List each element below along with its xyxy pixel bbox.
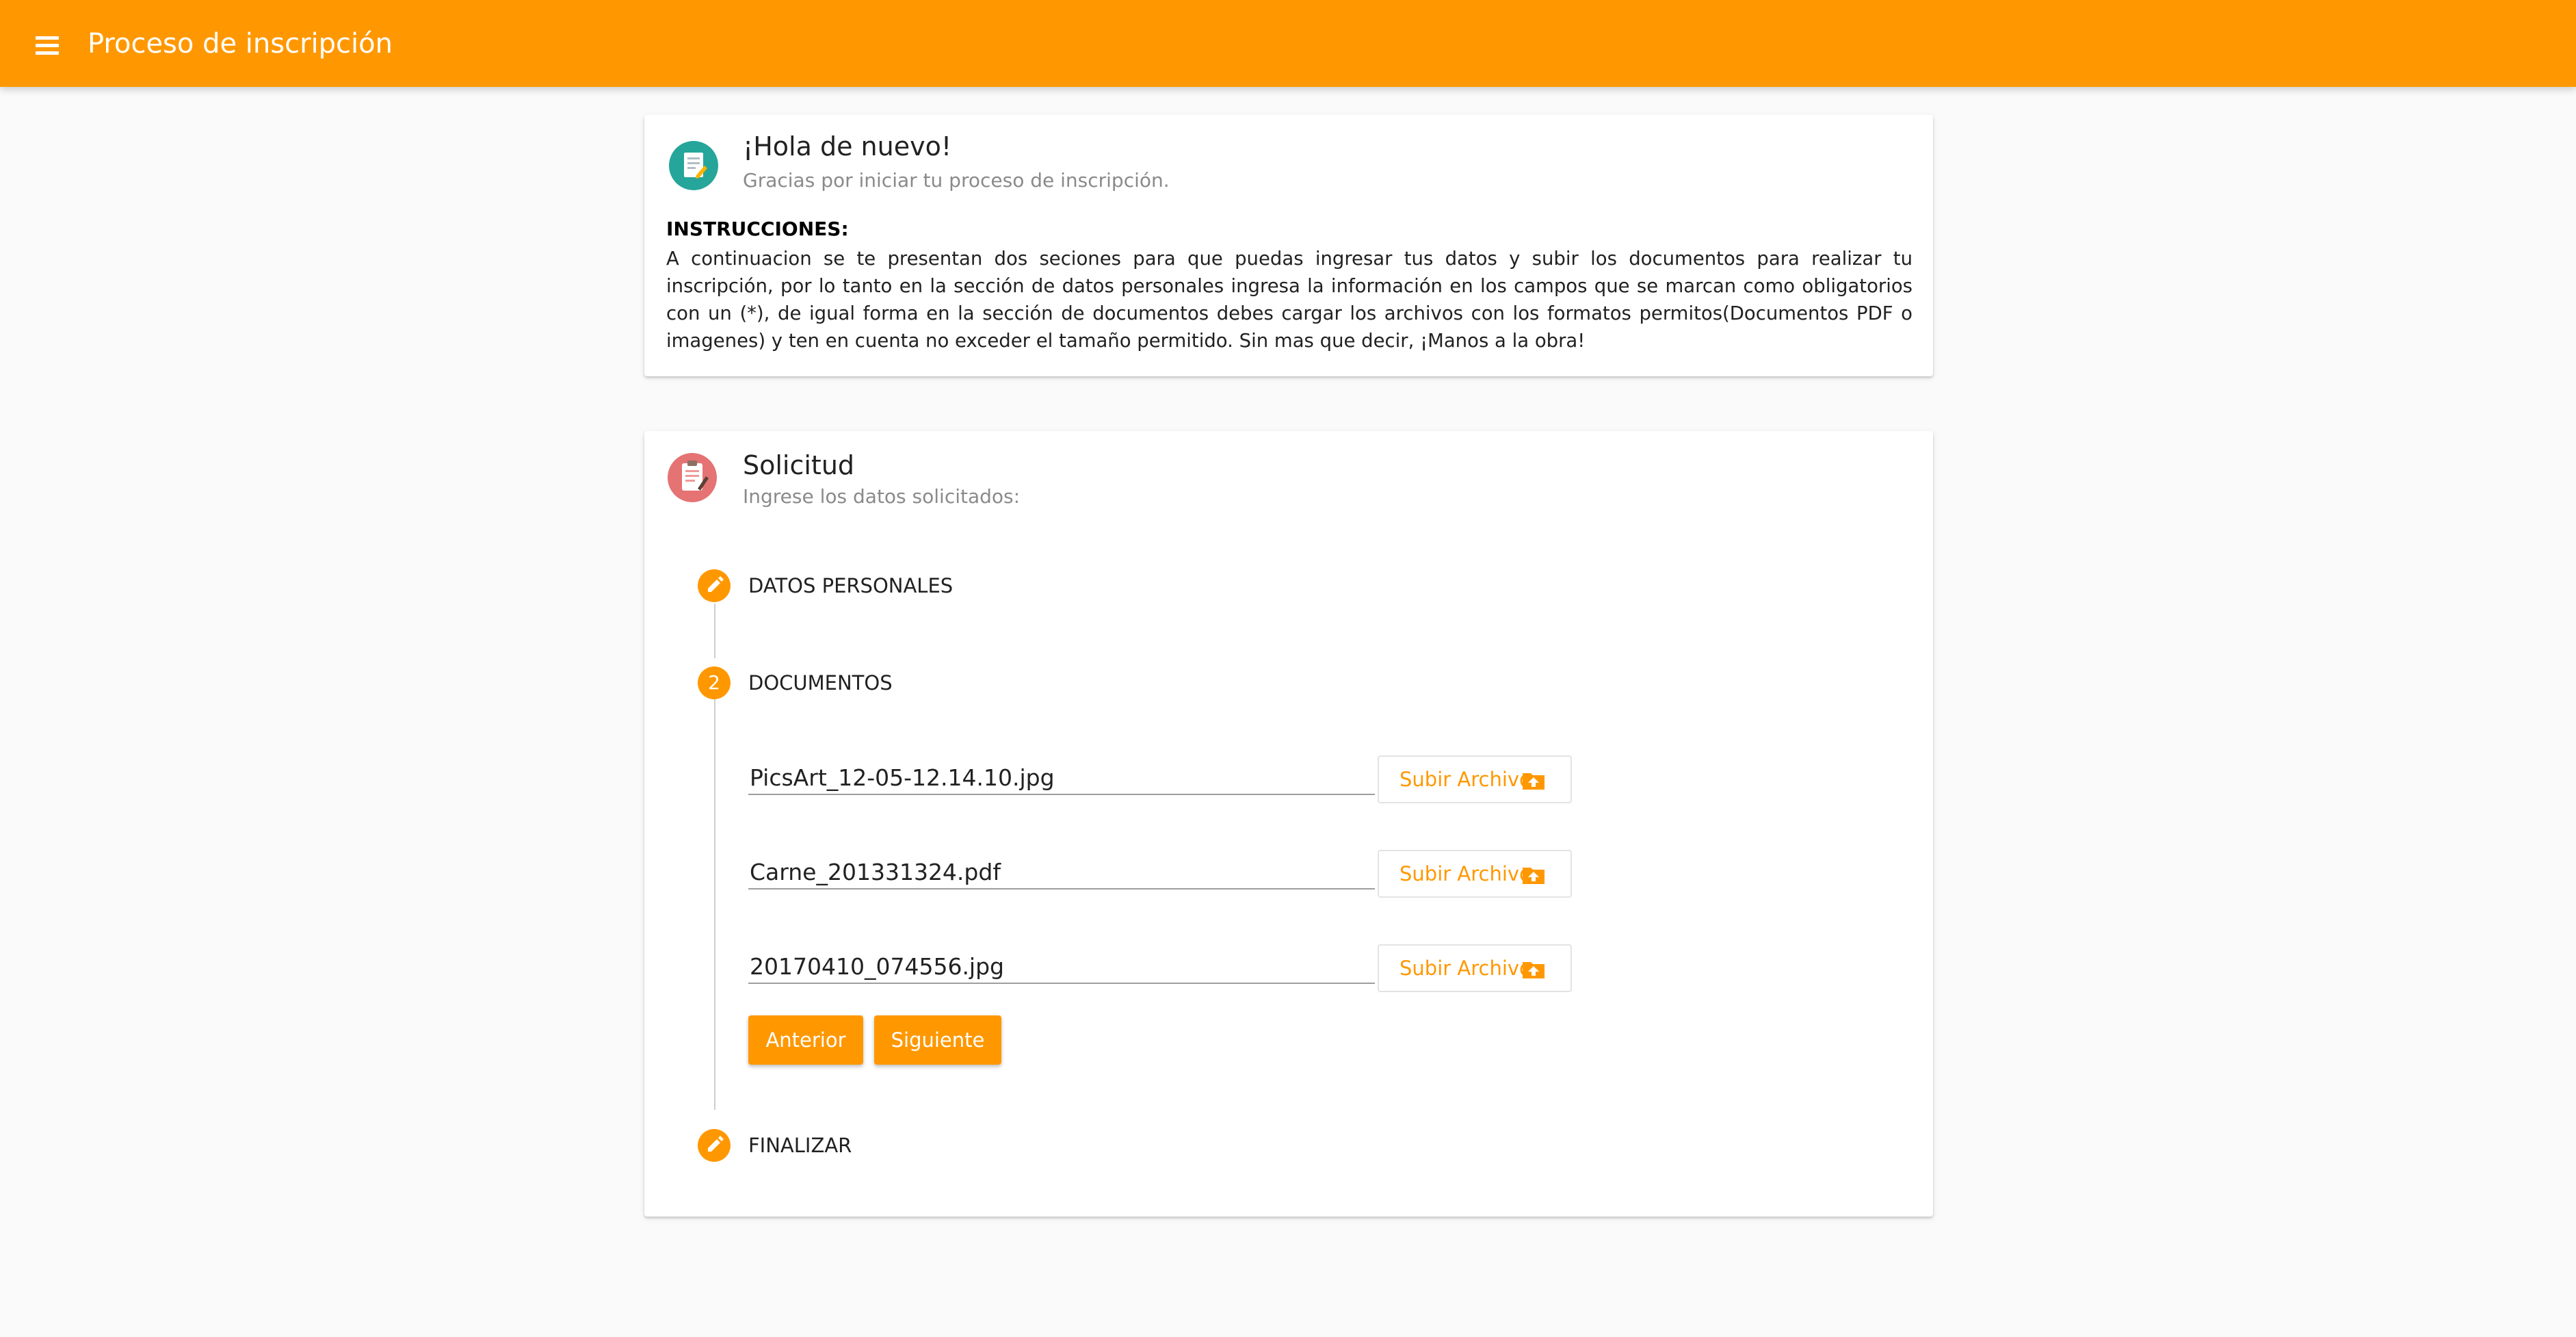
step-finalizar-label[interactable]: FINALIZAR bbox=[748, 1132, 852, 1159]
document-edit-icon bbox=[669, 141, 718, 190]
upload-icon bbox=[1523, 962, 1545, 978]
previous-button[interactable]: Anterior bbox=[748, 1015, 863, 1065]
upload-button-3[interactable]: Subir Archivo bbox=[1378, 944, 1572, 992]
upload-button-label: Subir Archivo bbox=[1399, 862, 1532, 885]
instructions-heading: INSTRUCCIONES: bbox=[666, 218, 849, 240]
welcome-card: ¡Hola de nuevo! Gracias por iniciar tu p… bbox=[644, 115, 1933, 376]
upload-button-1[interactable]: Subir Archivo bbox=[1378, 755, 1572, 803]
file-field-3[interactable] bbox=[748, 950, 1375, 984]
welcome-title: ¡Hola de nuevo! bbox=[743, 131, 952, 161]
upload-button-label: Subir Archivo bbox=[1399, 768, 1532, 791]
step-documentos-label[interactable]: DOCUMENTOS bbox=[748, 669, 893, 697]
stepper-connector bbox=[714, 699, 715, 1110]
step-documentos-marker[interactable]: 2 bbox=[698, 666, 731, 699]
instructions-text: A continuacion se te presentan dos secio… bbox=[666, 248, 1913, 352]
step-datos-personales-label[interactable]: DATOS PERSONALES bbox=[748, 572, 953, 599]
request-subtitle: Ingrese los datos solicitados: bbox=[743, 485, 1021, 508]
clipboard-icon bbox=[668, 453, 717, 502]
file-field-1[interactable] bbox=[748, 761, 1375, 795]
next-button[interactable]: Siguiente bbox=[874, 1015, 1001, 1065]
request-title: Solicitud bbox=[743, 450, 855, 480]
app-title: Proceso de inscripción bbox=[88, 28, 393, 60]
upload-button-label: Subir Archivo bbox=[1399, 957, 1532, 980]
welcome-subtitle: Gracias por iniciar tu proceso de inscri… bbox=[743, 169, 1170, 192]
file-field-2[interactable] bbox=[748, 855, 1375, 890]
menu-icon[interactable] bbox=[31, 27, 66, 60]
step-finalizar-marker[interactable] bbox=[698, 1129, 731, 1162]
upload-icon bbox=[1523, 773, 1545, 790]
edit-icon bbox=[708, 1136, 724, 1152]
stepper-connector bbox=[714, 603, 715, 658]
upload-button-2[interactable]: Subir Archivo bbox=[1378, 850, 1572, 898]
request-card: Solicitud Ingrese los datos solicitados: bbox=[644, 431, 1933, 1217]
app-bar: Proceso de inscripción bbox=[0, 0, 2576, 87]
upload-icon bbox=[1523, 868, 1545, 884]
edit-icon bbox=[708, 576, 724, 592]
step-datos-personales-marker[interactable] bbox=[698, 569, 731, 602]
